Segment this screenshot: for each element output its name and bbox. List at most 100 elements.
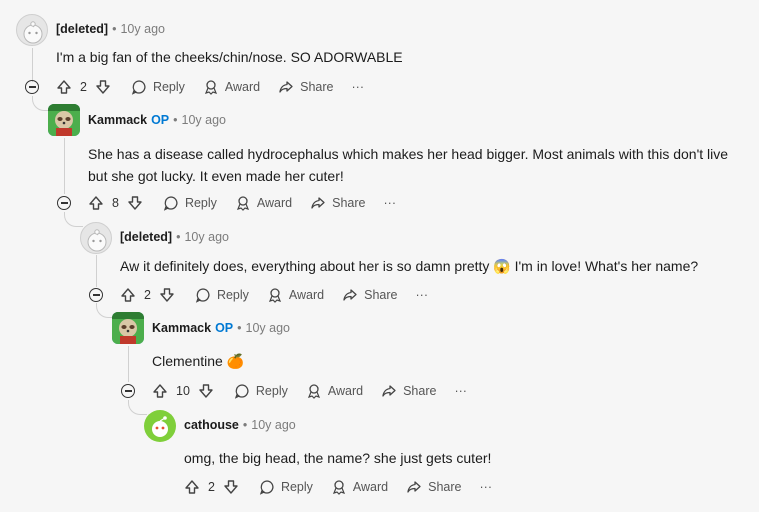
timestamp[interactable]: 10y ago xyxy=(251,418,295,432)
more-options-button[interactable]: ··· xyxy=(454,384,467,398)
comment-actions: 2 Reply Award Share ··· xyxy=(56,76,382,98)
op-badge: OP xyxy=(215,321,234,335)
more-options-button[interactable]: ··· xyxy=(416,288,429,302)
vote-count: 2 xyxy=(144,288,151,302)
downvote-icon[interactable] xyxy=(198,383,214,399)
share-icon xyxy=(407,481,421,493)
vote-count: 10 xyxy=(176,384,190,398)
more-options-button[interactable]: ··· xyxy=(480,480,493,494)
more-options-button[interactable]: ··· xyxy=(352,80,365,94)
share-button[interactable]: Share xyxy=(406,479,462,495)
comment-body: Clementine 🍊 xyxy=(152,353,245,369)
timestamp[interactable]: 10y ago xyxy=(120,22,164,36)
share-button[interactable]: Share xyxy=(310,195,366,211)
comment-actions: 8 Reply Award Share ··· xyxy=(88,192,414,214)
timestamp[interactable]: 10y ago xyxy=(246,321,290,335)
sloth-avatar-icon xyxy=(112,312,144,344)
comment-meta: cathouse • 10y ago xyxy=(184,418,296,432)
chat-bubble-icon xyxy=(195,288,210,303)
share-icon xyxy=(343,289,357,301)
chat-bubble-icon xyxy=(259,480,274,495)
chat-bubble-icon xyxy=(131,80,146,95)
author-name[interactable]: Kammack xyxy=(88,113,147,127)
comment-meta: Kammack OP • 10y ago xyxy=(152,321,291,335)
upvote-icon[interactable] xyxy=(184,479,200,495)
more-icon: ··· xyxy=(351,80,365,94)
share-icon xyxy=(279,81,293,93)
snoo-icon xyxy=(23,21,43,44)
award-icon xyxy=(307,384,320,399)
reply-button[interactable]: Reply xyxy=(195,287,249,303)
share-button[interactable]: Share xyxy=(278,79,334,95)
thread-connector xyxy=(64,212,83,227)
comment-body: Aw it definitely does, everything about … xyxy=(120,258,699,274)
award-icon xyxy=(236,196,249,211)
vote-control: 8 xyxy=(88,195,143,211)
upvote-icon[interactable] xyxy=(56,79,72,95)
tangerine-emoji: 🍊 xyxy=(226,353,245,369)
collapse-thread-button[interactable] xyxy=(25,80,39,94)
thread-connector xyxy=(128,400,147,415)
downvote-icon[interactable] xyxy=(159,287,175,303)
author-name[interactable]: [deleted] xyxy=(56,22,108,36)
award-button[interactable]: Award xyxy=(267,287,324,303)
snoo-icon xyxy=(87,229,107,252)
author-name[interactable]: Kammack xyxy=(152,321,211,335)
more-icon: ··· xyxy=(454,384,467,398)
timestamp[interactable]: 10y ago xyxy=(184,230,228,244)
avatar[interactable] xyxy=(144,410,176,442)
more-options-button[interactable]: ··· xyxy=(384,196,397,210)
collapse-thread-button[interactable] xyxy=(89,288,103,302)
upvote-icon[interactable] xyxy=(120,287,136,303)
comment-actions: 2 Reply Award Share ··· xyxy=(184,476,510,498)
vote-count: 8 xyxy=(112,196,119,210)
comment-actions: 2 Reply Award Share ··· xyxy=(120,284,446,306)
award-button[interactable]: Award xyxy=(235,195,292,211)
more-icon: ··· xyxy=(415,288,429,302)
vote-control: 2 xyxy=(184,479,239,495)
sloth-avatar-icon xyxy=(48,104,80,136)
vote-control: 2 xyxy=(120,287,175,303)
downvote-icon[interactable] xyxy=(127,195,143,211)
award-icon xyxy=(204,80,217,95)
author-name[interactable]: [deleted] xyxy=(120,230,172,244)
avatar[interactable] xyxy=(16,14,48,46)
upvote-icon[interactable] xyxy=(152,383,168,399)
avatar[interactable] xyxy=(80,222,112,254)
reply-button[interactable]: Reply xyxy=(259,479,313,495)
comment-meta: [deleted] • 10y ago xyxy=(56,22,165,36)
collapse-thread-button[interactable] xyxy=(57,196,71,210)
comment-body: omg, the big head, the name? she just ge… xyxy=(184,450,492,466)
collapse-thread-button[interactable] xyxy=(121,384,135,398)
award-icon xyxy=(332,480,345,495)
more-icon: ··· xyxy=(383,196,397,210)
reply-button[interactable]: Reply xyxy=(131,79,185,95)
chat-bubble-icon xyxy=(234,384,249,399)
share-button[interactable]: Share xyxy=(342,287,398,303)
vote-count: 2 xyxy=(208,480,215,494)
upvote-icon[interactable] xyxy=(88,195,104,211)
award-icon xyxy=(268,288,281,303)
share-icon xyxy=(311,197,325,209)
vote-control: 2 xyxy=(56,79,111,95)
op-badge: OP xyxy=(151,113,170,127)
comment-body: She has a disease called hydrocephalus w… xyxy=(88,146,729,184)
reply-button[interactable]: Reply xyxy=(163,195,217,211)
downvote-icon[interactable] xyxy=(95,79,111,95)
chat-bubble-icon xyxy=(163,196,178,211)
comment-actions: 10 Reply Award Share ··· xyxy=(152,380,485,402)
award-button[interactable]: Award xyxy=(306,383,363,399)
vote-control: 10 xyxy=(152,383,214,399)
award-button[interactable]: Award xyxy=(203,79,260,95)
avatar[interactable] xyxy=(48,104,80,136)
timestamp[interactable]: 10y ago xyxy=(182,113,226,127)
award-button[interactable]: Award xyxy=(331,479,388,495)
reply-button[interactable]: Reply xyxy=(234,383,288,399)
avatar[interactable] xyxy=(112,312,144,344)
comment-body: I'm a big fan of the cheeks/chin/nose. S… xyxy=(56,49,403,65)
author-name[interactable]: cathouse xyxy=(184,418,239,432)
comment-meta: Kammack OP • 10y ago xyxy=(88,113,227,127)
vote-count: 2 xyxy=(80,80,87,94)
downvote-icon[interactable] xyxy=(223,479,239,495)
share-button[interactable]: Share xyxy=(381,383,436,399)
